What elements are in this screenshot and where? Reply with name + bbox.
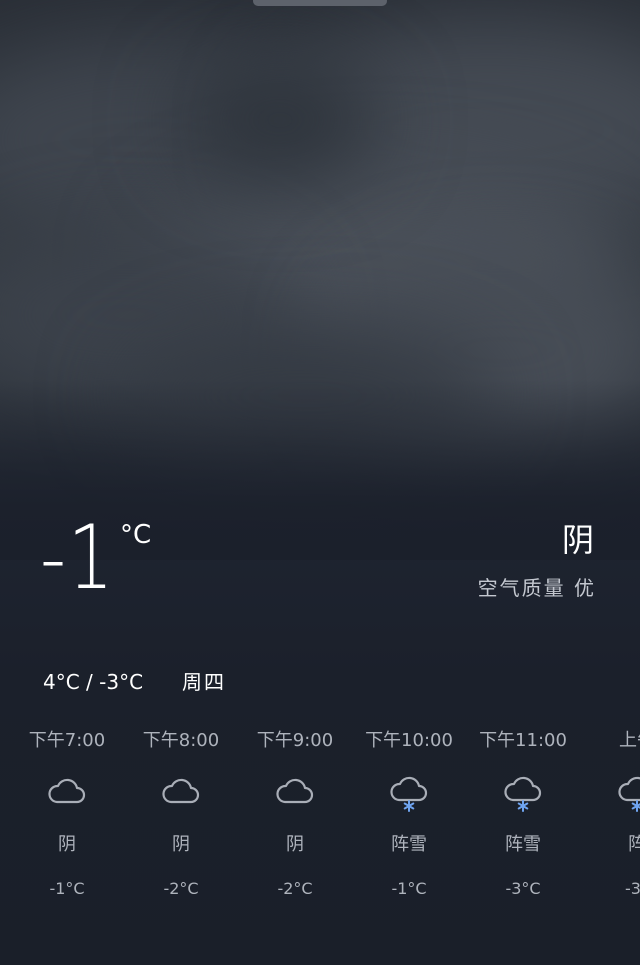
hourly-temperature: -1°C: [49, 879, 85, 898]
hourly-condition: 阴: [58, 834, 76, 855]
hourly-item: 下午10:00 阵雪 -1°C: [349, 726, 469, 904]
hourly-time: 下午8:00: [142, 730, 220, 751]
hourly-time: 下午10:00: [365, 730, 453, 751]
hourly-temperature: -3°: [625, 879, 640, 898]
hourly-temperature: -1°C: [391, 879, 427, 898]
hourly-time: 下午9:00: [256, 730, 334, 751]
hourly-temperature: -2°C: [163, 879, 199, 898]
hourly-item: 下午9:00 阴 -2°C: [235, 726, 355, 904]
hourly-condition: 阵雪: [391, 834, 427, 855]
cloud-icon: [162, 778, 200, 804]
cloud-icon: [48, 778, 86, 804]
hourly-time: 下午7:00: [28, 730, 106, 751]
current-condition: 阴: [561, 521, 594, 559]
hourly-condition: 阴: [172, 834, 190, 855]
hourly-time: 下午11:00: [479, 730, 567, 751]
hourly-condition: 阵雪: [505, 834, 541, 855]
current-temperature: -1: [40, 506, 116, 609]
hourly-condition: 阴: [286, 834, 304, 855]
hourly-item: 下午7:00 阴 -1°C: [7, 726, 127, 904]
cloudy-sky-background: [0, 0, 640, 560]
hourly-temperature: -2°C: [277, 879, 313, 898]
hourly-temperature: -3°C: [505, 879, 541, 898]
daily-temperature-range: 4°C / -3°C: [43, 670, 144, 694]
air-quality[interactable]: 空气质量 优: [478, 574, 596, 602]
temperature-unit: °C: [120, 520, 152, 550]
hourly-time: 上午: [619, 730, 640, 751]
snow-cloud-icon: [618, 776, 640, 812]
pull-handle[interactable]: [253, 0, 387, 6]
snow-cloud-icon: [504, 776, 542, 812]
cloud-icon: [276, 778, 314, 804]
hourly-item: 上午 阵 -3°: [577, 726, 640, 904]
hourly-item: 下午8:00 阴 -2°C: [121, 726, 241, 904]
snow-cloud-icon: [390, 776, 428, 812]
hourly-condition: 阵: [628, 834, 640, 855]
hourly-forecast[interactable]: 下午7:00 阴 -1°C 下午8:00 阴 -2°C 下午9:00 阴 -2°…: [0, 726, 640, 906]
weather-screen: -1 °C 阴 空气质量 优 4°C / -3°C 周四 下午7:00 阴 -1…: [0, 0, 640, 965]
weekday: 周四: [182, 670, 226, 694]
hourly-item: 下午11:00 阵雪 -3°C: [463, 726, 583, 904]
